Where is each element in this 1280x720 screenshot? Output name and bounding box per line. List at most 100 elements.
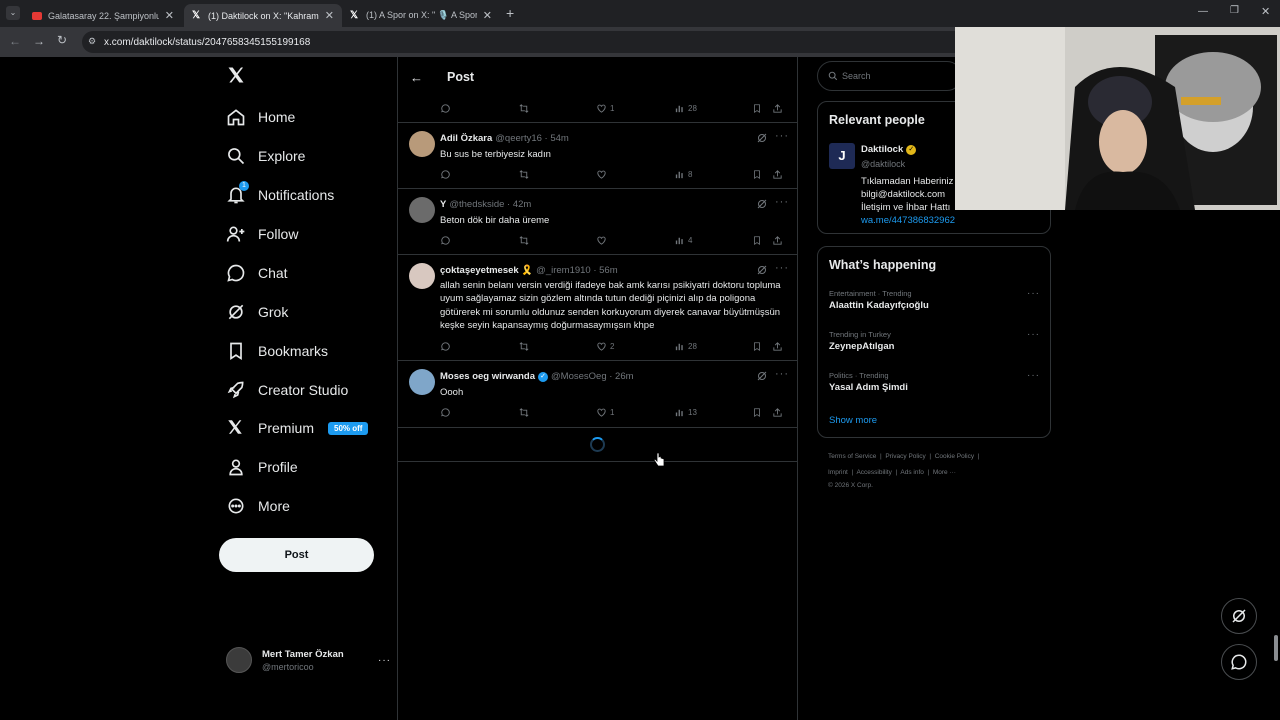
url-input[interactable]: ⚙ x.com/daktilock/status/204765834515519… <box>82 31 982 53</box>
tweet-reply[interactable]: Moses oeg wirwanda ✓ @MosesOeg · 26m ··· O… <box>398 361 797 428</box>
search-input[interactable]: Search <box>817 61 962 91</box>
reply-button[interactable] <box>440 169 454 180</box>
account-switcher[interactable]: Mert Tamer Özkan @mertoricoo ··· <box>226 643 391 677</box>
share-button[interactable] <box>772 169 786 180</box>
reply-button[interactable] <box>440 103 454 114</box>
avatar[interactable]: J <box>829 143 855 169</box>
author-name[interactable]: Moses oeg wirwanda <box>440 371 535 382</box>
share-button[interactable] <box>772 407 786 418</box>
avatar[interactable] <box>409 369 435 395</box>
bookmark-button[interactable] <box>752 407 765 418</box>
like-button[interactable] <box>596 169 610 180</box>
nav-bookmarks[interactable]: Bookmarks <box>226 338 328 364</box>
retweet-button[interactable] <box>518 407 533 418</box>
person-link[interactable]: wa.me/447386832962 <box>861 215 955 226</box>
nav-chat[interactable]: Chat <box>226 260 288 286</box>
new-tab-button[interactable]: + <box>506 5 514 21</box>
views-button[interactable]: 8 <box>674 169 692 180</box>
nav-notifications[interactable]: 1 Notifications <box>226 181 334 208</box>
author-name[interactable]: Adil Özkara <box>440 133 492 144</box>
post-button[interactable]: Post <box>219 538 374 572</box>
show-more-link[interactable]: Show more <box>829 415 877 426</box>
nav-creator-studio[interactable]: Creator Studio <box>226 377 348 403</box>
back-arrow-icon[interactable]: ← <box>410 70 423 85</box>
close-icon[interactable]: ✕ <box>483 9 492 22</box>
nav-more[interactable]: More <box>226 493 290 519</box>
window-close-button[interactable]: ✕ <box>1261 5 1270 18</box>
maximize-button[interactable]: ❐ <box>1230 5 1239 16</box>
tweet-reply[interactable]: Y @thedskside · 42m ··· Beton dök bir dah… <box>398 189 797 255</box>
trend-item[interactable]: Trending in Turkey ZeynepAtılgan <box>829 330 894 352</box>
grok-icon[interactable] <box>756 264 768 276</box>
views-button[interactable]: 4 <box>674 235 692 246</box>
like-button[interactable]: 2 <box>596 341 614 352</box>
retweet-button[interactable] <box>518 341 533 352</box>
bookmark-button[interactable] <box>752 235 765 246</box>
x-logo-icon[interactable] <box>226 65 248 87</box>
like-button[interactable] <box>596 235 610 246</box>
more-icon[interactable]: ··· <box>775 130 789 142</box>
bookmark-button[interactable] <box>752 103 765 114</box>
bookmark-button[interactable] <box>752 169 765 180</box>
views-button[interactable]: 13 <box>674 407 697 418</box>
tweet-reply[interactable]: Adil Özkara @qeerty16 · 54m ··· Bu sus be… <box>398 123 797 189</box>
share-button[interactable] <box>772 103 786 114</box>
like-button[interactable]: 1 <box>596 407 614 418</box>
retweet-button[interactable] <box>518 169 533 180</box>
reply-button[interactable] <box>440 341 454 352</box>
nav-home[interactable]: Home <box>226 104 295 130</box>
bookmark-button[interactable] <box>752 341 765 352</box>
footer-link[interactable]: Ads info <box>900 469 924 476</box>
browser-tab-3[interactable]: 𝕏 (1) A Spor on X: " 🎙️ A Spor Mi ✕ <box>342 4 500 27</box>
retweet-button[interactable] <box>518 103 533 114</box>
trend-item[interactable]: Entertainment · Trending Alaattin Kadayı… <box>829 289 929 311</box>
browser-tab-1[interactable]: Galatasaray 22. Şampiyonluk Hi ✕ <box>24 4 182 27</box>
more-icon[interactable]: ··· <box>775 368 789 380</box>
tweet-reply[interactable]: çoktaşeyetmesek 🎗️ @_irem1910 · 56m ··· a… <box>398 255 797 361</box>
reply-button[interactable] <box>440 235 454 246</box>
footer-link[interactable]: Cookie Policy <box>935 453 974 460</box>
nav-follow[interactable]: Follow <box>226 221 298 247</box>
avatar[interactable] <box>409 263 435 289</box>
more-icon[interactable]: ··· <box>1027 288 1040 299</box>
nav-grok[interactable]: Grok <box>226 299 288 325</box>
footer-link[interactable]: Terms of Service <box>828 453 876 460</box>
views-button[interactable]: 28 <box>674 103 697 114</box>
footer-link[interactable]: More ··· <box>933 469 956 476</box>
more-icon[interactable]: ··· <box>1027 329 1040 340</box>
reload-icon[interactable]: ↻ <box>57 33 67 47</box>
scrollbar-thumb[interactable] <box>1274 635 1278 661</box>
footer-link[interactable]: Accessibility <box>856 469 891 476</box>
more-icon[interactable]: ··· <box>775 262 789 274</box>
trend-item[interactable]: Politics · Trending Yasal Adım Şimdi <box>829 371 908 393</box>
chat-float-button[interactable] <box>1221 644 1257 680</box>
back-icon[interactable]: ← <box>9 34 21 48</box>
share-button[interactable] <box>772 235 786 246</box>
footer-link[interactable]: Privacy Policy <box>885 453 925 460</box>
more-icon[interactable]: ··· <box>378 655 391 666</box>
avatar[interactable] <box>409 197 435 223</box>
reply-button[interactable] <box>440 407 454 418</box>
grok-icon[interactable] <box>756 132 768 144</box>
grok-icon[interactable] <box>756 198 768 210</box>
nav-explore[interactable]: Explore <box>226 143 305 169</box>
nav-profile[interactable]: Profile <box>226 454 298 480</box>
retweet-button[interactable] <box>518 235 533 246</box>
person-name[interactable]: Daktilock <box>861 144 903 155</box>
grok-icon[interactable] <box>756 370 768 382</box>
nav-premium[interactable]: Premium 50% off <box>226 415 369 441</box>
tab-search-button[interactable]: ⌄ <box>6 6 20 20</box>
avatar[interactable] <box>409 131 435 157</box>
more-icon[interactable]: ··· <box>775 196 789 208</box>
views-button[interactable]: 28 <box>674 341 697 352</box>
author-name[interactable]: çoktaşeyetmesek 🎗️ <box>440 265 533 276</box>
minimize-button[interactable]: — <box>1198 6 1208 17</box>
forward-icon[interactable]: → <box>33 34 45 48</box>
close-icon[interactable]: ✕ <box>325 9 334 22</box>
like-button[interactable]: 1 <box>596 103 614 114</box>
author-name[interactable]: Y <box>440 199 446 210</box>
grok-float-button[interactable] <box>1221 598 1257 634</box>
footer-link[interactable]: Imprint <box>828 469 848 476</box>
more-icon[interactable]: ··· <box>1027 370 1040 381</box>
browser-tab-2[interactable]: 𝕏 (1) Daktilock on X: "Kahramanı ✕ <box>184 4 342 27</box>
